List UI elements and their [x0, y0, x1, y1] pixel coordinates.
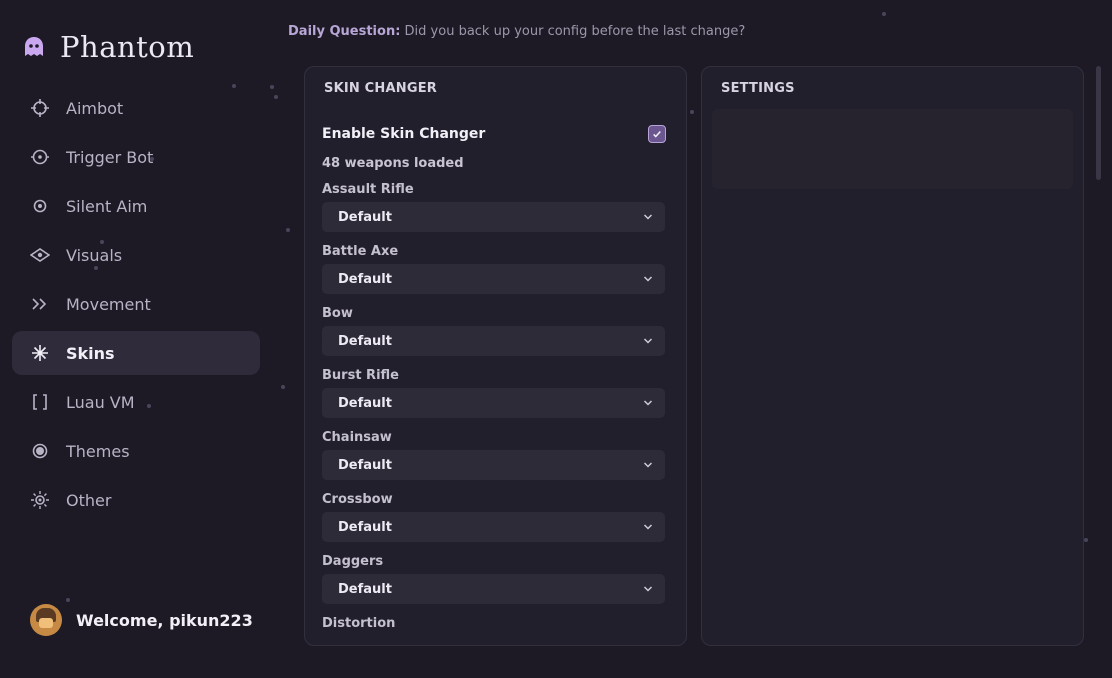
- sidebar-item-movement[interactable]: Movement: [12, 282, 260, 326]
- settings-panel: SETTINGS: [701, 66, 1084, 646]
- sidebar-item-label: Silent Aim: [66, 196, 148, 216]
- weapon-label: Burst Rifle: [322, 368, 399, 383]
- brand: Phantom: [22, 30, 194, 64]
- sidebar-item-trigger-bot[interactable]: Trigger Bot: [12, 135, 260, 179]
- user-profile: Welcome, pikun223: [30, 604, 253, 636]
- daily-question: Daily Question: Did you back up your con…: [288, 24, 745, 39]
- weapons-loaded-text: 48 weapons loaded: [322, 156, 464, 171]
- sidebar-item-themes[interactable]: Themes: [12, 429, 260, 473]
- assault-rifle-skin-select[interactable]: Default: [322, 202, 665, 232]
- ghost-logo-icon: [22, 35, 46, 59]
- select-value: Default: [338, 271, 392, 287]
- weapon-row-crossbow: Crossbow Default: [322, 492, 665, 554]
- chevron-down-icon: [643, 584, 653, 594]
- target-icon: [30, 147, 50, 167]
- sidebar-item-label: Other: [66, 490, 112, 510]
- weapon-label: Daggers: [322, 554, 384, 569]
- select-value: Default: [338, 519, 392, 535]
- daily-question-text: Did you back up your config before the l…: [400, 24, 746, 39]
- filled-circle-icon: [30, 441, 50, 461]
- weapon-row-battle-axe: Battle Axe Default: [322, 244, 665, 306]
- brackets-icon: [30, 392, 50, 412]
- select-value: Default: [338, 333, 392, 349]
- chevron-down-icon: [643, 522, 653, 532]
- sidebar-item-label: Movement: [66, 294, 151, 314]
- eye-icon: [30, 245, 50, 265]
- sidebar-item-label: Luau VM: [66, 392, 135, 412]
- chevron-down-icon: [643, 398, 653, 408]
- sidebar-item-label: Skins: [66, 343, 115, 363]
- chainsaw-skin-select[interactable]: Default: [322, 450, 665, 480]
- sidebar: Phantom Aimbot Trigger Bot Silent Aim Vi…: [0, 0, 272, 636]
- double-chevron-icon: [30, 294, 50, 314]
- welcome-text: Welcome, pikun223: [76, 610, 253, 630]
- skin-changer-panel: SKIN CHANGER Enable Skin Changer 48 weap…: [304, 66, 687, 646]
- panel-title: SKIN CHANGER: [324, 81, 438, 96]
- sidebar-nav: Aimbot Trigger Bot Silent Aim Visuals Mo…: [12, 86, 260, 527]
- sidebar-item-label: Trigger Bot: [66, 147, 154, 167]
- weapon-label: Crossbow: [322, 492, 393, 507]
- chevron-down-icon: [643, 212, 653, 222]
- chevron-down-icon: [643, 274, 653, 284]
- sidebar-item-label: Visuals: [66, 245, 123, 265]
- weapon-label: Chainsaw: [322, 430, 392, 445]
- sidebar-item-luau-vm[interactable]: Luau VM: [12, 380, 260, 424]
- checkmark-icon: [653, 130, 661, 138]
- weapon-label: Bow: [322, 306, 353, 321]
- select-value: Default: [338, 395, 392, 411]
- sun-icon: [30, 490, 50, 510]
- battle-axe-skin-select[interactable]: Default: [322, 264, 665, 294]
- sidebar-item-visuals[interactable]: Visuals: [12, 233, 260, 277]
- chevron-down-icon: [643, 460, 653, 470]
- enable-skin-changer-checkbox[interactable]: [648, 125, 666, 143]
- sidebar-item-silent-aim[interactable]: Silent Aim: [12, 184, 260, 228]
- sidebar-item-other[interactable]: Other: [12, 478, 260, 522]
- select-value: Default: [338, 581, 392, 597]
- weapon-row-assault-rifle: Assault Rifle Default: [322, 182, 665, 244]
- daily-question-label: Daily Question:: [288, 24, 401, 39]
- weapon-row-distortion: Distortion: [322, 616, 665, 678]
- bow-skin-select[interactable]: Default: [322, 326, 665, 356]
- enable-skin-changer-row: Enable Skin Changer: [322, 125, 666, 143]
- burst-rifle-skin-select[interactable]: Default: [322, 388, 665, 418]
- weapon-row-burst-rifle: Burst Rifle Default: [322, 368, 665, 430]
- panel-title: SETTINGS: [721, 81, 795, 96]
- weapon-label: Distortion: [322, 616, 396, 631]
- sidebar-item-skins[interactable]: Skins: [12, 331, 260, 375]
- daggers-skin-select[interactable]: Default: [322, 574, 665, 604]
- sparkle-icon: [30, 343, 50, 363]
- crosshair-icon: [30, 98, 50, 118]
- avatar: [30, 604, 62, 636]
- select-value: Default: [338, 457, 392, 473]
- weapon-row-daggers: Daggers Default: [322, 554, 665, 616]
- weapon-row-chainsaw: Chainsaw Default: [322, 430, 665, 492]
- sidebar-item-label: Themes: [66, 441, 130, 461]
- weapon-row-bow: Bow Default: [322, 306, 665, 368]
- sidebar-item-label: Aimbot: [66, 98, 124, 118]
- enable-skin-changer-label: Enable Skin Changer: [322, 126, 486, 142]
- sidebar-item-aimbot[interactable]: Aimbot: [12, 86, 260, 130]
- weapon-label: Assault Rifle: [322, 182, 414, 197]
- dot-circle-icon: [30, 196, 50, 216]
- chevron-down-icon: [643, 336, 653, 346]
- select-value: Default: [338, 209, 392, 225]
- scrollbar[interactable]: [1096, 66, 1101, 180]
- crossbow-skin-select[interactable]: Default: [322, 512, 665, 542]
- weapon-list: Assault Rifle Default Battle Axe Default…: [322, 182, 665, 678]
- settings-content-area: [712, 109, 1073, 189]
- app-title: Phantom: [60, 30, 195, 64]
- weapon-label: Battle Axe: [322, 244, 399, 259]
